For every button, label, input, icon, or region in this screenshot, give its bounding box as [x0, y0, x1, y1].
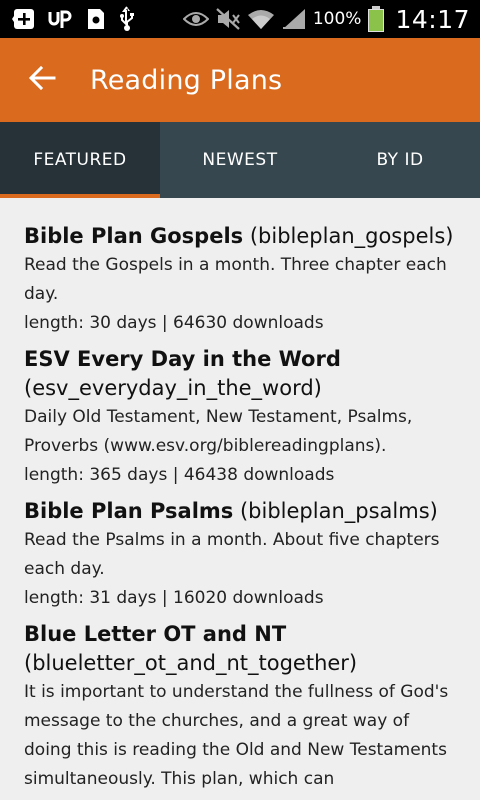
plan-list: Bible Plan Gospels (bibleplan_gospels) R…	[0, 198, 480, 800]
plan-description: It is important to understand the fullne…	[24, 682, 449, 789]
tab-by-id[interactable]: BY ID	[320, 122, 480, 198]
page-title: Reading Plans	[90, 64, 283, 96]
clock: 14:17	[395, 4, 470, 34]
plan-meta: length: 365 days | 46438 downloads	[24, 465, 335, 485]
plan-title: ESV Every Day in the Word (esv_everyday_…	[24, 345, 456, 403]
plan-id: (esv_everyday_in_the_word)	[24, 376, 322, 400]
mute-icon	[215, 7, 241, 31]
plan-meta: length: 31 days | 16020 downloads	[24, 588, 324, 608]
tab-featured[interactable]: FEATURED	[0, 122, 160, 198]
arrow-back-icon	[28, 64, 56, 96]
plan-title: Bible Plan Psalms (bibleplan_psalms)	[24, 497, 456, 526]
plan-id: (bibleplan_psalms)	[239, 499, 438, 523]
plan-name: Blue Letter OT and NT	[24, 622, 287, 646]
status-bar-left	[12, 6, 148, 32]
plan-meta: length: 30 days | 64630 downloads	[24, 313, 324, 333]
list-item[interactable]: Bible Plan Gospels (bibleplan_gospels) R…	[24, 222, 456, 338]
status-bar-right: 100% 14:17	[177, 5, 470, 34]
plan-description: Read the Psalms in a month. About five c…	[24, 530, 440, 579]
add-box-icon	[12, 7, 36, 31]
up-icon	[48, 8, 74, 30]
eye-icon	[182, 9, 209, 29]
device-icon	[86, 7, 106, 31]
app-bar: Reading Plans	[0, 38, 480, 122]
back-button[interactable]	[0, 38, 84, 122]
battery-icon	[367, 5, 385, 33]
plan-description: Read the Gospels in a month. Three chapt…	[24, 255, 447, 304]
list-item[interactable]: Blue Letter OT and NT (blueletter_ot_and…	[24, 620, 456, 794]
usb-icon	[118, 6, 136, 32]
plan-name: ESV Every Day in the Word	[24, 347, 341, 371]
plan-id: (bibleplan_gospels)	[249, 224, 454, 248]
plan-title: Bible Plan Gospels (bibleplan_gospels)	[24, 222, 456, 251]
plan-name: Bible Plan Psalms	[24, 499, 234, 523]
plan-title: Blue Letter OT and NT (blueletter_ot_and…	[24, 620, 456, 678]
tab-bar: FEATURED NEWEST BY ID	[0, 122, 480, 198]
plan-id: (blueletter_ot_and_nt_together)	[24, 651, 358, 675]
signal-icon	[281, 7, 307, 31]
tab-newest[interactable]: NEWEST	[160, 122, 320, 198]
list-item[interactable]: Bible Plan Psalms (bibleplan_psalms) Rea…	[24, 497, 456, 613]
list-item[interactable]: ESV Every Day in the Word (esv_everyday_…	[24, 345, 456, 490]
battery-percent: 100%	[312, 9, 362, 29]
wifi-icon	[247, 8, 275, 30]
status-bar: 100% 14:17	[0, 0, 480, 38]
plan-name: Bible Plan Gospels	[24, 224, 244, 248]
plan-description: Daily Old Testament, New Testament, Psal…	[24, 407, 413, 456]
